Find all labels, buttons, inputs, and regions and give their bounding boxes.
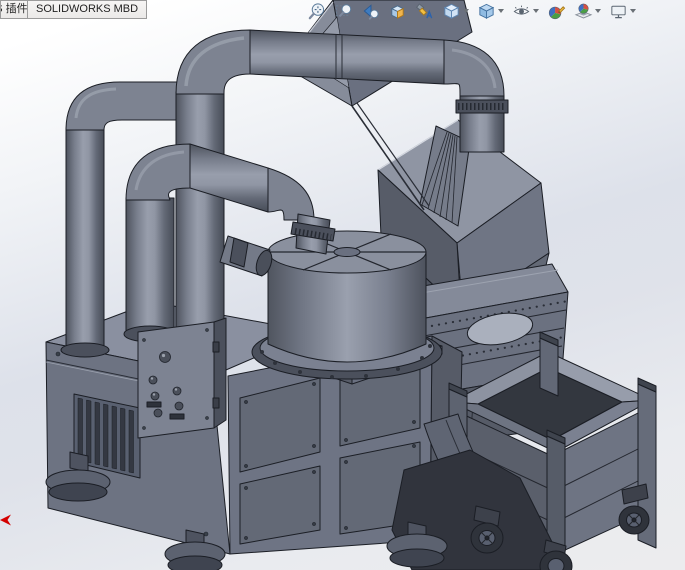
view-settings-icon [611, 5, 626, 18]
graphics-viewport[interactable] [0, 0, 685, 570]
cyclone-separator[interactable] [219, 230, 443, 380]
hide-show-items-icon [513, 5, 530, 15]
chevron-down-icon[interactable] [533, 9, 539, 13]
panel-label-plate [169, 413, 185, 420]
previous-view-icon [363, 3, 379, 20]
chevron-down-icon[interactable] [498, 9, 504, 13]
view-orientation-icon [443, 3, 460, 19]
chevron-down-icon[interactable] [595, 9, 601, 13]
zoom-to-fit-icon [308, 2, 325, 19]
tab-label: SOLIDWORKS 插件 [1, 3, 28, 15]
edit-appearance-icon [548, 5, 566, 19]
tab-solidworks-addins[interactable]: SOLIDWORKS 插件 [0, 0, 28, 19]
section-view-button[interactable] [386, 1, 409, 22]
dynamic-annotation-views-button[interactable] [413, 1, 436, 22]
hide-show-items-button[interactable] [510, 1, 541, 22]
apply-scene-icon [574, 3, 593, 18]
control-panel[interactable] [137, 317, 227, 439]
apply-scene-button[interactable] [572, 1, 603, 22]
chevron-down-icon[interactable] [463, 9, 469, 13]
edit-appearance-button[interactable] [545, 1, 568, 22]
heads-up-view-toolbar [305, 0, 638, 22]
zoom-to-area-button[interactable] [332, 1, 355, 22]
origin-triad-x-axis [0, 514, 11, 526]
view-settings-button[interactable] [607, 1, 638, 22]
display-style-icon [478, 3, 495, 19]
display-style-button[interactable] [475, 1, 506, 22]
panel-label-plate [146, 401, 162, 408]
section-view-icon [390, 4, 405, 19]
chevron-down-icon[interactable] [630, 9, 636, 13]
command-manager-tabs: SOLIDWORKS 插件 SOLIDWORKS MBD [0, 0, 148, 19]
previous-view-button[interactable] [359, 1, 382, 22]
dynamic-annotation-views-icon [415, 2, 433, 18]
tab-label: SOLIDWORKS MBD [36, 3, 139, 15]
zoom-to-fit-button[interactable] [305, 1, 328, 22]
tab-solidworks-mbd[interactable]: SOLIDWORKS MBD [28, 0, 148, 19]
machine-model[interactable] [0, 0, 685, 570]
view-orientation-button[interactable] [440, 1, 471, 22]
zoom-to-area-icon [335, 3, 352, 17]
